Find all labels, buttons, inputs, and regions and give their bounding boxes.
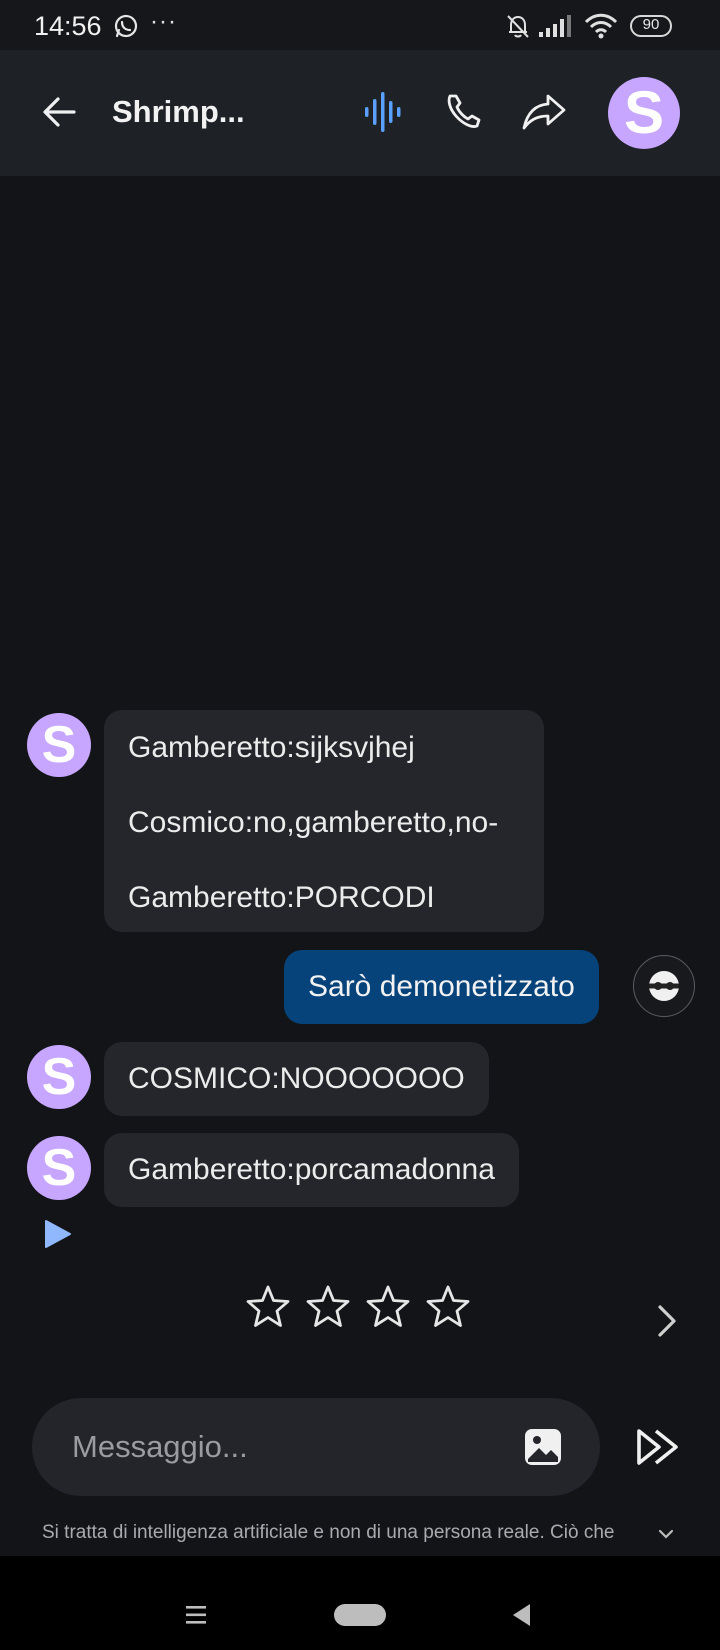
message-line: COSMICO:NOOOOOOO: [128, 1062, 465, 1095]
message-input[interactable]: [72, 1422, 492, 1472]
user-avatar-icon: [649, 971, 679, 1001]
home-button[interactable]: [334, 1604, 386, 1626]
star-icon[interactable]: [364, 1283, 412, 1331]
star-icon[interactable]: [304, 1283, 352, 1331]
status-bar: 14:56 ··· 90: [0, 0, 720, 50]
star-icon[interactable]: [424, 1283, 472, 1331]
message-line: Cosmico:no,gamberetto,no-: [128, 806, 499, 839]
wifi-icon: [584, 13, 618, 39]
voice-wave-icon[interactable]: [362, 88, 406, 136]
user-message[interactable]: Sarò demonetizzato: [284, 950, 599, 1024]
chat-title[interactable]: Shrimp...: [112, 94, 245, 130]
bot-avatar[interactable]: S: [27, 1045, 91, 1109]
battery-icon: 90: [630, 15, 672, 37]
bot-avatar[interactable]: S: [27, 713, 91, 777]
status-time: 14:56: [34, 11, 102, 41]
send-icon[interactable]: [634, 1422, 684, 1472]
star-icon[interactable]: [244, 1283, 292, 1331]
bot-message[interactable]: Gamberetto:sijksvjhej Cosmico:no,gambere…: [104, 710, 544, 932]
whatsapp-icon: [114, 14, 138, 38]
bot-avatar[interactable]: S: [608, 77, 680, 149]
chevron-right-icon[interactable]: [652, 1302, 682, 1340]
more-notifications-icon: ···: [150, 8, 177, 35]
message-line: Gamberetto:PORCODI: [128, 881, 435, 914]
rating-stars: [244, 1283, 472, 1331]
user-avatar[interactable]: [633, 955, 695, 1017]
battery-level: 90: [642, 16, 660, 33]
bot-avatar[interactable]: S: [27, 1136, 91, 1200]
chevron-down-icon[interactable]: [656, 1524, 676, 1544]
ai-disclaimer: Si tratta di intelligenza artificiale e …: [42, 1522, 615, 1543]
image-icon[interactable]: [522, 1426, 564, 1468]
play-audio-icon[interactable]: [42, 1218, 74, 1250]
message-composer: [32, 1398, 600, 1496]
back-arrow-icon[interactable]: [38, 90, 82, 134]
message-line: Gamberetto:porcamadonna: [128, 1153, 495, 1186]
back-triangle-icon[interactable]: [510, 1602, 534, 1628]
system-nav-bar: [0, 1556, 720, 1650]
bell-off-icon: [507, 15, 529, 38]
signal-icon: [539, 15, 571, 37]
phone-icon[interactable]: [442, 88, 486, 136]
share-icon[interactable]: [520, 88, 568, 136]
recent-apps-icon[interactable]: [184, 1604, 208, 1626]
bot-message[interactable]: COSMICO:NOOOOOOO: [104, 1042, 489, 1116]
chat-header: Shrimp... S: [0, 50, 720, 176]
bot-message[interactable]: Gamberetto:porcamadonna: [104, 1133, 519, 1207]
message-line: Gamberetto:sijksvjhej: [128, 731, 415, 764]
